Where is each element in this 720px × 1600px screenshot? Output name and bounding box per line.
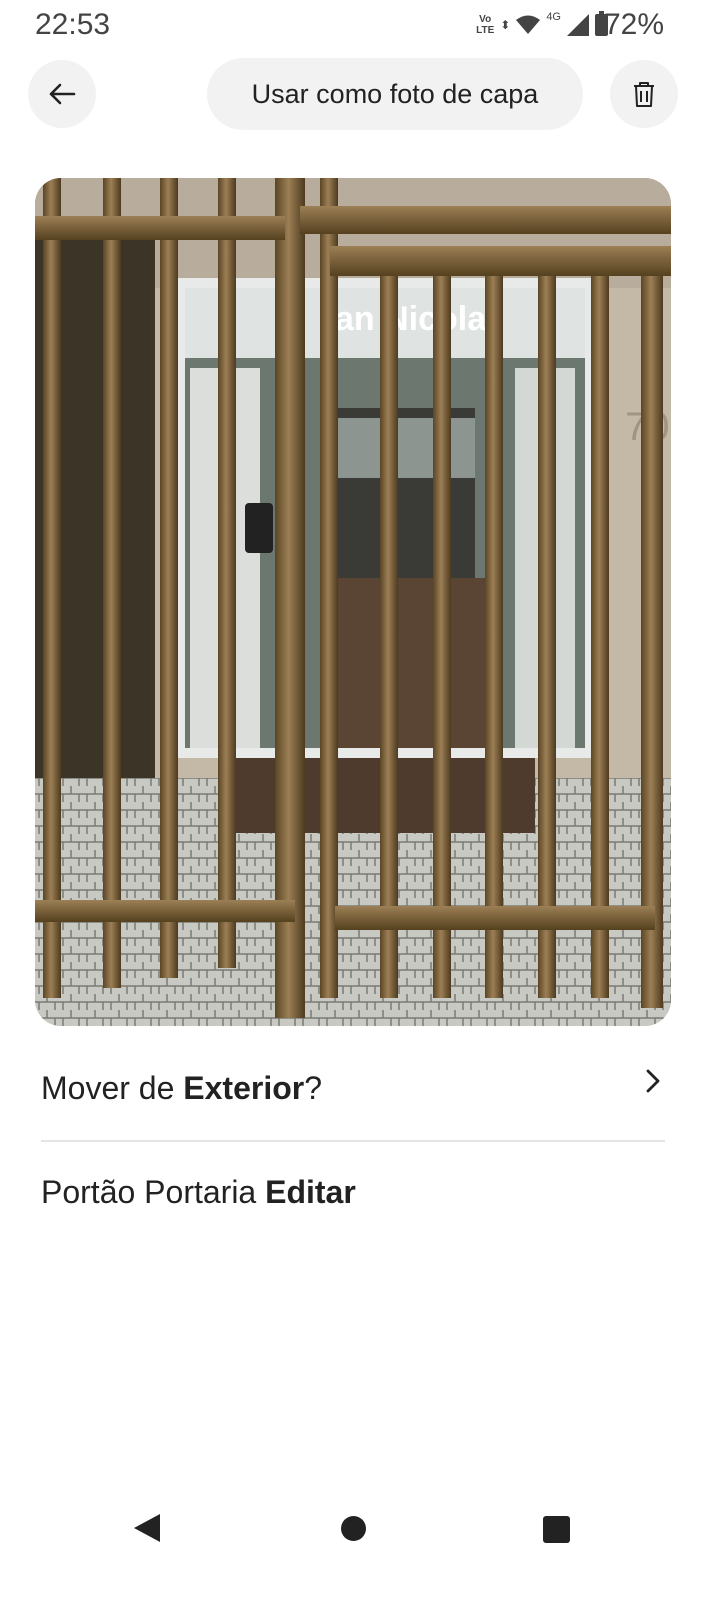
room-name: Exterior [183,1070,305,1106]
signal-icon [567,14,589,36]
divider [41,1140,665,1142]
edit-caption-link[interactable]: Editar [265,1174,356,1210]
nav-back-icon[interactable] [134,1514,160,1542]
wifi-icon [516,15,541,34]
photo-caption: Portão Portaria [41,1174,266,1210]
move-suffix: ? [304,1070,323,1106]
volte-icon: Vo LTE [476,14,495,36]
move-room-row[interactable]: Mover de Exterior? [41,1069,665,1120]
listing-photo[interactable]: an Nicola 70 [35,178,671,1026]
building-sign: an Nicola [335,300,487,338]
system-nav-bar [0,1490,720,1564]
chevron-right-icon [646,1069,660,1093]
status-time: 22:53 [35,8,111,41]
caption-row: Portão Portaria Editar [41,1174,665,1224]
move-prefix: Mover de [41,1070,184,1106]
delete-button[interactable] [610,60,678,128]
back-button[interactable] [28,60,96,128]
nav-home-icon[interactable] [341,1516,366,1541]
gate-photo-image: an Nicola 70 [35,178,671,1026]
status-bar: 22:53 Vo LTE ⬍ 4G 72% [0,0,720,50]
nav-recents-icon[interactable] [543,1516,570,1543]
status-icons: Vo LTE ⬍ 4G [476,8,608,42]
battery-percent: 72% [603,8,664,41]
data-arrows-icon: ⬍ [500,18,511,32]
use-as-cover-button[interactable]: Usar como foto de capa [207,58,583,130]
trash-icon [634,82,654,107]
network-type: 4G [546,11,561,23]
arrow-left-icon [49,83,76,105]
